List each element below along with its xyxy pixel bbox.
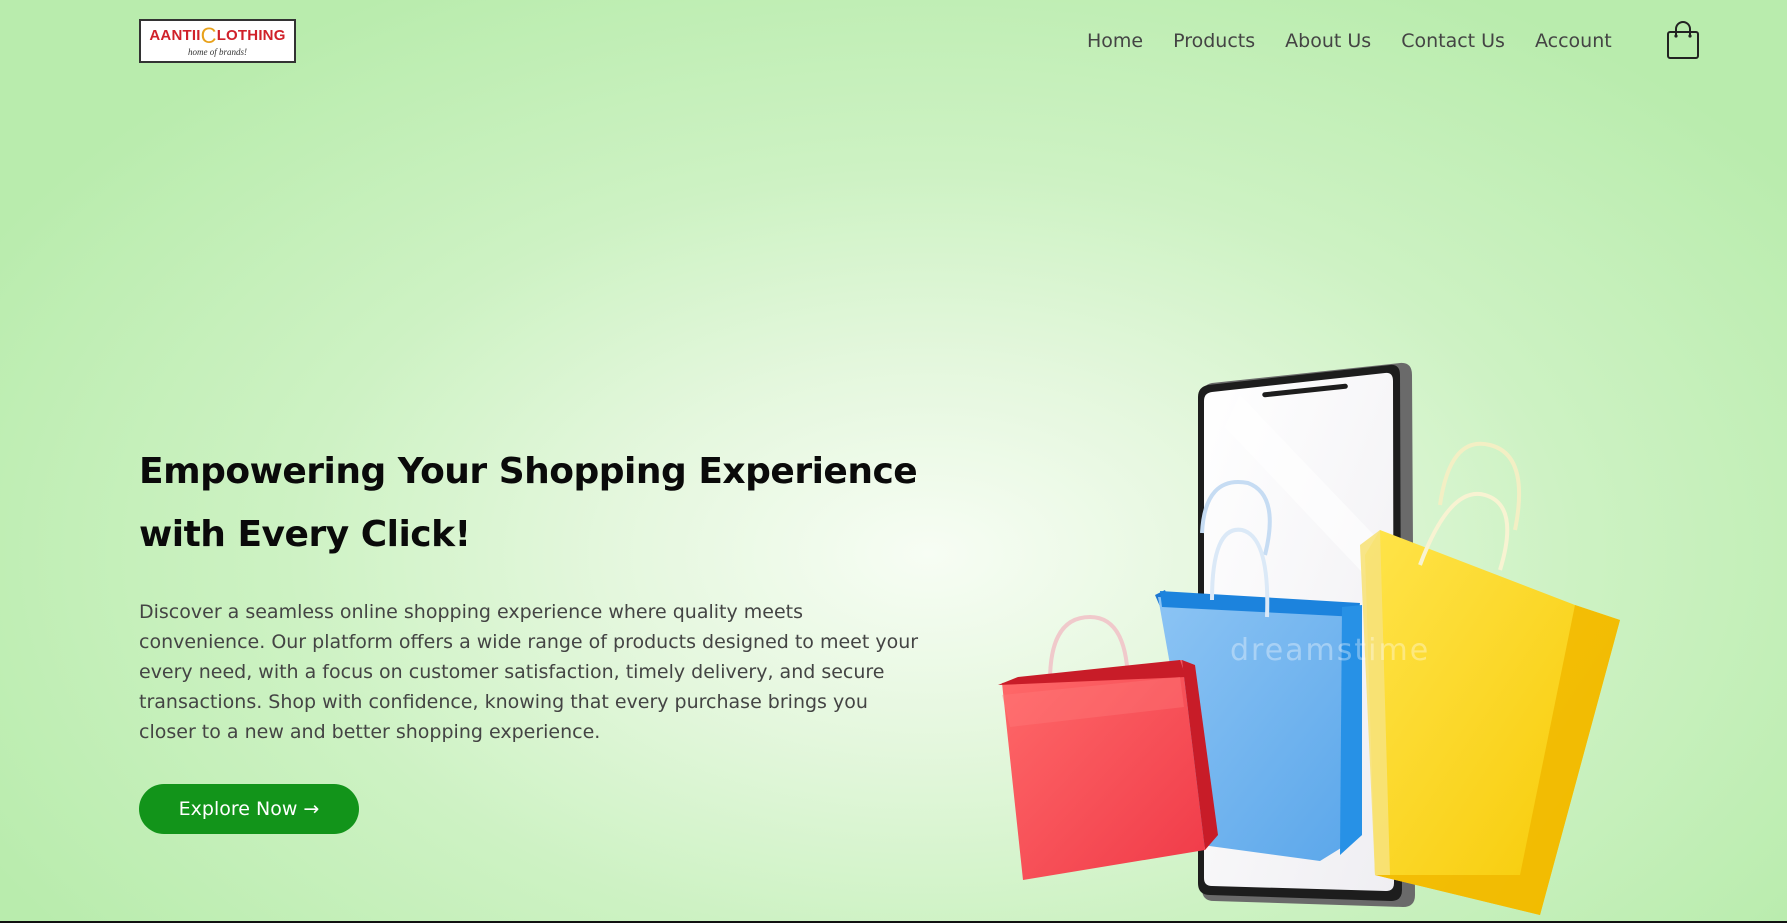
nav-products[interactable]: Products	[1173, 30, 1255, 52]
explore-now-button[interactable]: Explore Now →	[139, 784, 359, 834]
brand-logo[interactable]: AANTIICLOTHING home of brands!	[139, 19, 296, 63]
hero-title: Empowering Your Shopping Experience with…	[139, 440, 959, 566]
nav-account[interactable]: Account	[1535, 30, 1612, 52]
nav-contact-us[interactable]: Contact Us	[1401, 30, 1505, 52]
svg-text:dreamstime: dreamstime	[1230, 633, 1430, 668]
hero-title-line1: Empowering Your Shopping Experience	[139, 451, 918, 492]
logo-brand-text: AANTIICLOTHING	[149, 23, 286, 48]
nav-home[interactable]: Home	[1087, 30, 1143, 52]
nav-about-us[interactable]: About Us	[1285, 30, 1371, 52]
hero-description: Discover a seamless online shopping expe…	[139, 601, 919, 743]
main-nav: Home Products About Us Contact Us Accoun…	[1087, 30, 1612, 52]
shopping-illustration: dreamstime	[980, 355, 1640, 915]
logo-tagline: home of brands!	[188, 47, 247, 57]
hero-title-line2: with Every Click!	[139, 514, 471, 555]
shopping-bag-icon[interactable]	[1666, 20, 1700, 60]
